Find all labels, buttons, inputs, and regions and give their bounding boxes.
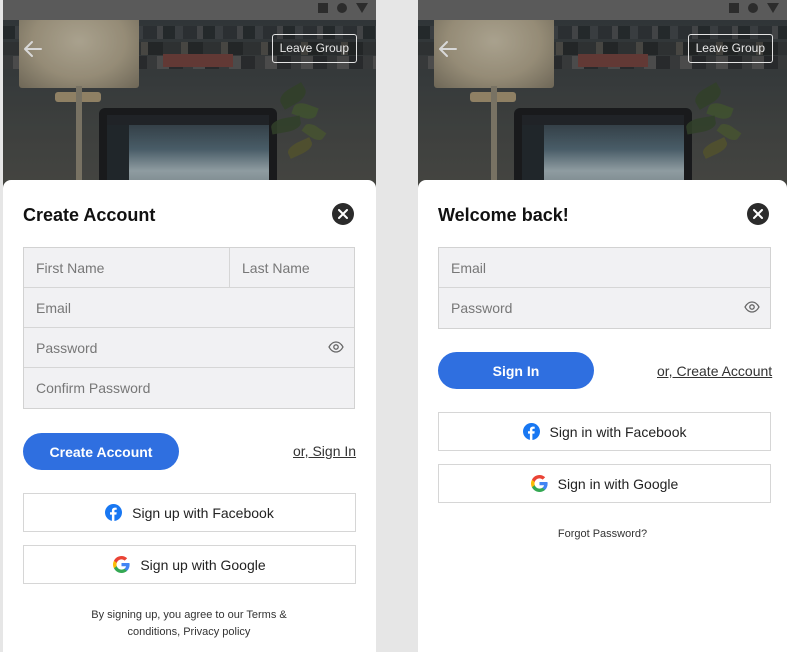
google-signin-button[interactable]: Sign in with Google [438, 464, 771, 503]
create-account-sheet: Create Account Create Acco [3, 180, 376, 652]
status-icons [318, 3, 368, 13]
facebook-icon [105, 504, 123, 521]
status-bar [418, 0, 787, 20]
terms-line: conditions, Privacy policy [127, 626, 251, 638]
home-icon [337, 3, 347, 13]
sheet-title: Welcome back! [438, 205, 569, 225]
terms-text: By signing up, you agree to our Terms & … [23, 607, 355, 641]
leave-group-button[interactable]: Leave Group [271, 34, 357, 63]
status-bar [3, 0, 376, 20]
close-icon[interactable] [747, 203, 769, 225]
google-icon [113, 556, 130, 573]
forgot-password-link[interactable]: Forgot Password? [418, 528, 787, 540]
hero-image: Leave Group [418, 20, 787, 200]
facebook-signup-label: Sign up with Facebook [132, 504, 274, 521]
google-signin-label: Sign in with Google [557, 475, 679, 492]
eye-icon[interactable] [744, 301, 760, 313]
google-signup-button[interactable]: Sign up with Google [23, 545, 356, 584]
back-nav-icon [767, 3, 779, 13]
password-input[interactable] [24, 328, 354, 367]
password-input[interactable] [439, 288, 770, 328]
first-name-input[interactable] [24, 248, 230, 287]
email-input[interactable] [24, 288, 354, 327]
sign-in-screen: Leave Group Welcome back! Sign In or, Cr… [418, 0, 787, 652]
google-signup-label: Sign up with Google [140, 556, 266, 573]
password-row [439, 288, 770, 328]
email-input[interactable] [439, 248, 770, 287]
confirm-password-input[interactable] [24, 368, 354, 408]
password-row [24, 328, 354, 368]
sheet-title: Create Account [23, 205, 156, 225]
facebook-signin-label: Sign in with Facebook [549, 423, 687, 440]
recent-apps-icon [318, 3, 328, 13]
create-account-screen: Leave Group Create Account First Name La… [3, 0, 376, 652]
home-icon [748, 3, 758, 13]
status-icons [729, 3, 779, 13]
arrow-left-icon[interactable] [436, 37, 460, 61]
terms-line: By signing up, you agree to our Terms & [91, 609, 287, 621]
last-name-input[interactable] [230, 248, 376, 287]
back-nav-icon [356, 3, 368, 13]
facebook-signup-button[interactable]: Sign up with Facebook [23, 493, 356, 532]
create-account-button[interactable]: Create Account [23, 433, 179, 470]
name-row [24, 248, 376, 288]
facebook-icon [522, 423, 540, 440]
sign-in-sheet: Welcome back! Sign In or, Create Account [418, 180, 787, 652]
sign-in-button[interactable]: Sign In [438, 352, 594, 389]
hero-image: Leave Group [3, 20, 376, 200]
email-row [439, 248, 770, 288]
google-icon [530, 475, 548, 492]
eye-icon[interactable] [328, 341, 344, 353]
signin-form [438, 247, 771, 329]
sign-in-link[interactable]: or, Sign In [293, 443, 356, 459]
signup-form [23, 247, 376, 409]
confirm-password-row [24, 368, 354, 408]
email-row [24, 288, 354, 328]
close-icon[interactable] [332, 203, 354, 225]
leave-group-button[interactable]: Leave Group [687, 34, 773, 63]
facebook-signin-button[interactable]: Sign in with Facebook [438, 412, 771, 451]
arrow-left-icon[interactable] [21, 37, 45, 61]
recent-apps-icon [729, 3, 739, 13]
create-account-link[interactable]: or, Create Account [657, 363, 772, 379]
